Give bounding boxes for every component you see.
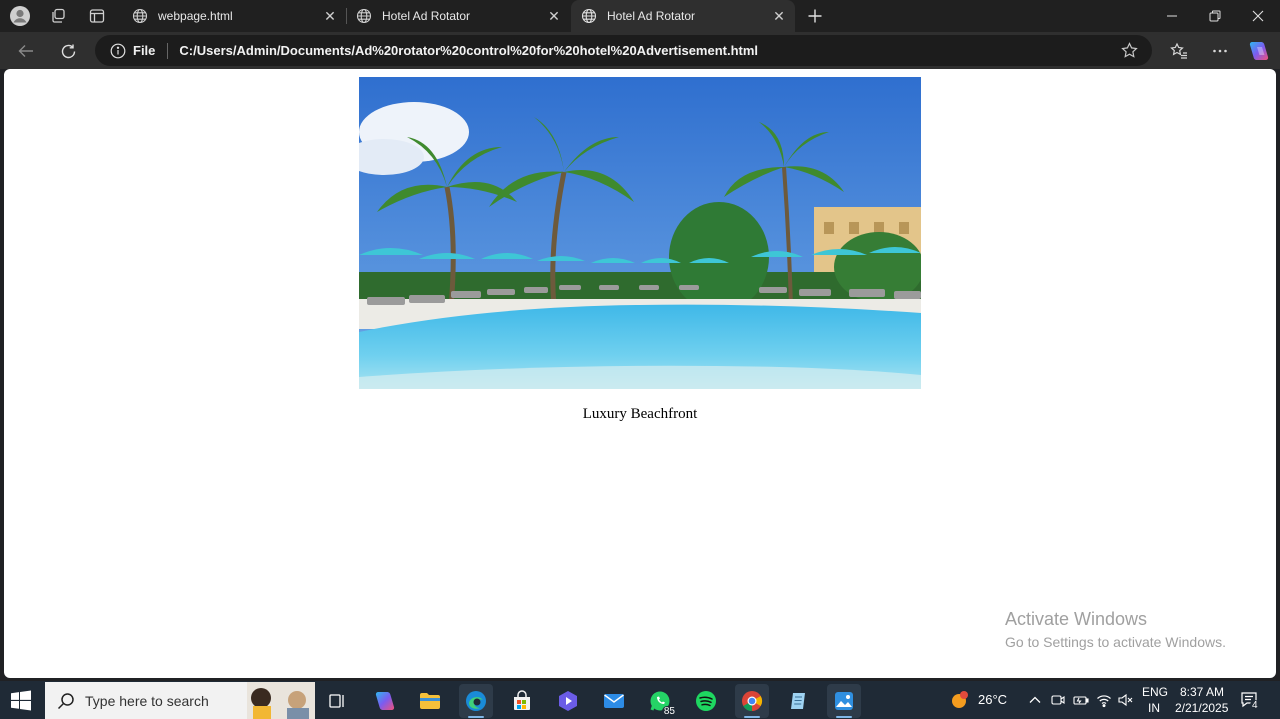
back-button[interactable] xyxy=(11,36,41,66)
taskbar-whatsapp[interactable]: 85 xyxy=(643,684,677,718)
plus-icon xyxy=(808,9,822,23)
windows-taskbar: Type here to search 85 26°C ENG IN 8:37 … xyxy=(0,681,1280,719)
copilot-icon xyxy=(1249,42,1269,60)
vertical-tabs-icon[interactable] xyxy=(79,0,115,32)
taskbar-mail[interactable] xyxy=(597,684,631,718)
watermark-title: Activate Windows xyxy=(1005,609,1148,629)
clock-date[interactable]: 2/21/2025 xyxy=(1175,701,1228,715)
taskbar-media-app[interactable] xyxy=(551,684,585,718)
task-view-button[interactable] xyxy=(320,684,354,718)
store-icon xyxy=(514,690,530,710)
taskbar-edge[interactable] xyxy=(459,684,493,718)
tab-webpage[interactable]: webpage.html ✕ xyxy=(122,0,346,32)
search-highlight-image xyxy=(247,682,315,719)
language-indicator[interactable]: ENG xyxy=(1142,685,1168,699)
weather-temperature[interactable]: 26°C xyxy=(978,692,1007,707)
clock-time[interactable]: 8:37 AM xyxy=(1180,685,1224,699)
task-view-icon xyxy=(329,694,344,708)
edge-icon xyxy=(466,691,486,711)
taskbar-store[interactable] xyxy=(505,684,539,718)
chrome-icon xyxy=(742,691,763,712)
wifi-icon[interactable] xyxy=(1096,692,1112,708)
scheme-label: File xyxy=(133,43,156,58)
chevron-up-icon[interactable] xyxy=(1027,692,1043,708)
taskbar-spotify[interactable] xyxy=(689,684,723,718)
page-viewport: Luxury Beachfront Activate Windows Go to… xyxy=(4,69,1276,678)
close-tab-icon[interactable]: ✕ xyxy=(546,8,562,24)
arrow-left-icon xyxy=(18,45,33,57)
spotify-icon xyxy=(696,691,716,711)
favorite-star-icon[interactable] xyxy=(1121,42,1138,59)
running-app-indicator xyxy=(836,716,852,718)
workspaces-icon[interactable] xyxy=(40,0,76,32)
copilot-button[interactable] xyxy=(1244,36,1274,66)
refresh-icon xyxy=(61,44,75,58)
browser-tab-bar: webpage.html ✕ Hotel Ad Rotator ✕ Hotel … xyxy=(0,0,1280,32)
meet-now-icon[interactable] xyxy=(1050,692,1066,708)
active-app-indicator xyxy=(468,716,484,718)
globe-icon xyxy=(581,8,597,24)
weather-icon[interactable] xyxy=(950,690,970,710)
globe-icon xyxy=(132,8,148,24)
notepad-icon xyxy=(791,693,805,709)
ad-rotator-image[interactable] xyxy=(359,77,921,389)
tab-hotel-ad-rotator-active[interactable]: Hotel Ad Rotator ✕ xyxy=(571,0,795,32)
close-tab-icon[interactable]: ✕ xyxy=(771,8,787,24)
url-text[interactable]: C:/Users/Admin/Documents/Ad%20rotator%20… xyxy=(179,43,758,58)
address-divider xyxy=(167,42,169,59)
region-indicator[interactable]: IN xyxy=(1148,701,1160,715)
tab-label: Hotel Ad Rotator xyxy=(607,9,696,23)
close-tab-icon[interactable]: ✕ xyxy=(322,8,338,24)
tab-label: Hotel Ad Rotator xyxy=(382,9,471,23)
battery-icon[interactable] xyxy=(1073,692,1089,708)
media-app-icon xyxy=(559,691,577,711)
search-placeholder: Type here to search xyxy=(85,692,209,709)
activate-windows-watermark: Activate Windows Go to Settings to activ… xyxy=(1005,609,1226,650)
refresh-button[interactable] xyxy=(53,36,83,66)
info-icon[interactable] xyxy=(110,43,126,59)
photos-icon xyxy=(835,692,853,710)
notification-count-badge: 4 xyxy=(1250,700,1260,711)
search-icon xyxy=(57,692,74,709)
favorites-button[interactable] xyxy=(1164,36,1194,66)
whatsapp-unread-badge: 85 xyxy=(661,706,677,717)
tab-label: webpage.html xyxy=(158,9,233,23)
tab-hotel-ad-rotator[interactable]: Hotel Ad Rotator ✕ xyxy=(346,0,570,32)
address-bar[interactable]: File C:/Users/Admin/Documents/Ad%20rotat… xyxy=(95,35,1152,66)
folder-icon xyxy=(420,693,440,709)
ellipsis-icon xyxy=(1213,49,1227,53)
globe-icon xyxy=(356,8,372,24)
minimize-button[interactable] xyxy=(1150,0,1194,32)
taskbar-file-explorer[interactable] xyxy=(413,684,447,718)
hotel-pool-image xyxy=(359,77,921,389)
taskbar-copilot[interactable] xyxy=(368,684,402,718)
taskbar-photos[interactable] xyxy=(827,684,861,718)
watermark-subtitle: Go to Settings to activate Windows. xyxy=(1005,634,1226,650)
copilot-app-icon xyxy=(375,692,395,710)
running-app-indicator xyxy=(744,716,760,718)
favorites-icon xyxy=(1170,42,1187,59)
browser-toolbar: File C:/Users/Admin/Documents/Ad%20rotat… xyxy=(0,32,1280,69)
profile-avatar-icon[interactable] xyxy=(2,0,38,32)
windows-start-icon[interactable] xyxy=(10,690,32,712)
ad-caption: Luxury Beachfront xyxy=(582,406,698,422)
speaker-muted-icon[interactable] xyxy=(1117,692,1133,708)
new-tab-button[interactable] xyxy=(797,0,833,32)
more-options-button[interactable] xyxy=(1205,36,1235,66)
restore-button[interactable] xyxy=(1193,0,1237,32)
mail-icon xyxy=(604,694,624,708)
taskbar-search-box[interactable]: Type here to search xyxy=(45,682,315,719)
taskbar-chrome[interactable] xyxy=(735,684,769,718)
taskbar-notes-app[interactable] xyxy=(781,684,815,718)
close-window-button[interactable] xyxy=(1236,0,1280,32)
